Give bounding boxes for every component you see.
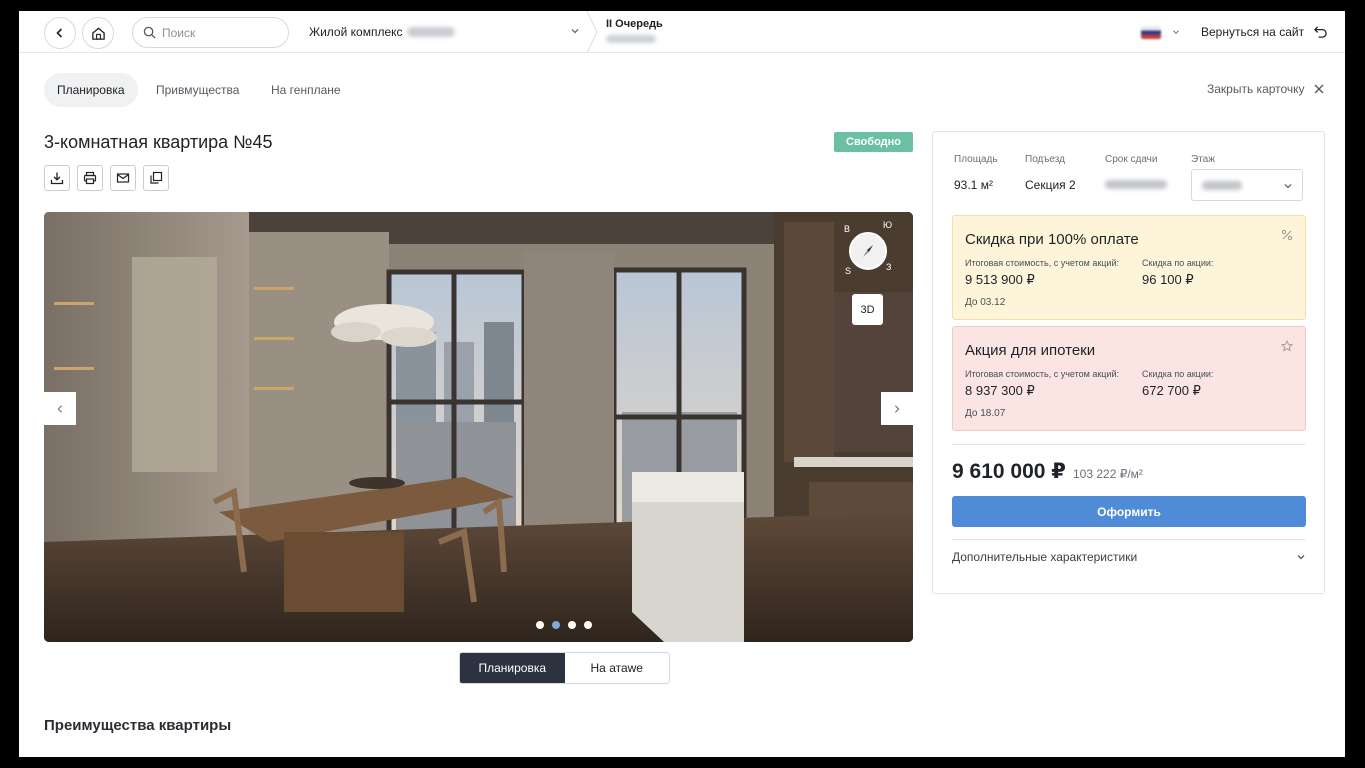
prev-photo-button[interactable] [44, 392, 76, 425]
print-icon [83, 171, 97, 185]
compass-label-w: S [845, 266, 852, 276]
entrance-value: Секция 2 [1025, 178, 1076, 192]
app-frame: Жилой комплекс II Очередь Вернуться на с… [19, 11, 1345, 757]
more-characteristics-toggle[interactable]: Дополнительные характеристики [952, 550, 1137, 564]
slide-dot[interactable] [568, 621, 576, 629]
advantages-heading: Преимущества квартиры [44, 717, 232, 734]
email-button[interactable] [110, 165, 136, 191]
chevron-down-icon [1284, 184, 1292, 189]
promo-date: До 18.07 [965, 408, 1006, 419]
promo-total-label: Итоговая стоимость, с учетом акций: [965, 258, 1119, 268]
back-to-site-link[interactable]: Вернуться на сайт [1201, 25, 1304, 39]
chevron-right-icon [894, 404, 900, 413]
chevron-down-icon[interactable] [1171, 27, 1181, 37]
floor-select[interactable] [1191, 169, 1303, 201]
deadline-label: Срок сдачи [1105, 154, 1158, 165]
promo-mortgage[interactable]: Акция для ипотеки Итоговая стоимость, с … [952, 326, 1306, 431]
entrance-label: Подъезд [1025, 154, 1065, 165]
next-photo-button[interactable] [881, 392, 913, 425]
promo-title: Скидка при 100% оплате [965, 231, 1139, 248]
switch-plan[interactable]: Планировка [460, 653, 565, 683]
complex-name-redacted [406, 27, 455, 37]
tab-plan[interactable]: Планировка [44, 73, 138, 107]
promo-discount-value: 672 700 ₽ [1142, 383, 1201, 398]
close-card-link[interactable]: Закрыть карточку [1207, 82, 1305, 96]
price-per-m2: 103 222 ₽/м² [1073, 467, 1143, 481]
compass-label-n: В [844, 224, 851, 234]
view-switch: Планировка На атаwe [459, 652, 670, 684]
promo-total-value: 8 937 300 ₽ [965, 383, 1035, 398]
tab-masterplan[interactable]: На генплане [258, 73, 354, 107]
return-icon[interactable] [1313, 24, 1328, 39]
promo-total-label: Итоговая стоимость, с учетом акций: [965, 369, 1119, 379]
area-label: Площадь [954, 154, 998, 165]
status-badge: Свободно [834, 132, 913, 152]
percent-icon [1281, 229, 1293, 241]
slide-dot[interactable] [536, 621, 544, 629]
star-icon [1281, 340, 1293, 352]
chevron-left-icon [56, 28, 63, 38]
promo-full-payment[interactable]: Скидка при 100% оплате Итоговая стоимост… [952, 215, 1306, 320]
print-button[interactable] [77, 165, 103, 191]
download-button[interactable] [44, 165, 70, 191]
complex-label: Жилой комплекс [309, 25, 403, 39]
promo-discount-label: Скидка по акции: [1142, 369, 1214, 379]
search-box[interactable] [132, 17, 289, 48]
order-button[interactable]: Оформить [952, 496, 1306, 527]
download-icon [50, 172, 64, 185]
compass-needle-icon [863, 245, 873, 257]
area-value: 93.1 м² [954, 178, 993, 192]
copy-button[interactable] [143, 165, 169, 191]
copy-icon [150, 171, 163, 184]
home-icon [91, 26, 105, 40]
slide-dot-active[interactable] [552, 621, 560, 629]
home-button[interactable] [82, 17, 114, 49]
promo-discount-value: 96 100 ₽ [1142, 272, 1194, 287]
mail-icon [116, 173, 130, 183]
divider [952, 444, 1306, 445]
chevron-down-icon[interactable] [1295, 551, 1307, 563]
interior-image [44, 212, 913, 642]
slide-dot[interactable] [584, 621, 592, 629]
total-price: 9 610 000 ₽ [952, 460, 1066, 483]
floor-value-redacted [1202, 181, 1242, 190]
slide-indicators [536, 621, 592, 629]
chevron-down-icon [571, 29, 579, 34]
promo-total-value: 9 513 900 ₽ [965, 272, 1035, 287]
back-button[interactable] [44, 17, 76, 49]
switch-floor[interactable]: На атаwe [565, 653, 670, 683]
search-input[interactable] [162, 25, 282, 40]
apartment-info-card: Площадь 93.1 м² Подъезд Секция 2 Срок сд… [932, 131, 1325, 594]
compass[interactable] [849, 232, 887, 270]
queue-label[interactable]: II Очередь [606, 18, 663, 30]
complex-select[interactable]: Жилой комплекс [309, 11, 581, 53]
chevron-left-icon [57, 404, 63, 413]
apartment-title: 3-комнатная квартира №45 [44, 132, 273, 152]
deadline-value-redacted [1105, 180, 1167, 189]
apartment-photo[interactable]: В Ю S З 3D [44, 212, 913, 642]
top-bar: Жилой комплекс II Очередь Вернуться на с… [19, 11, 1345, 53]
promo-date: До 03.12 [965, 297, 1006, 308]
floor-label: Этаж [1191, 154, 1215, 165]
language-flag-icon[interactable] [1141, 26, 1161, 39]
tab-advantages[interactable]: Привмущества [143, 73, 252, 107]
promo-title: Акция для ипотеки [965, 342, 1096, 359]
queue-sub-redacted [606, 35, 656, 43]
search-icon [143, 26, 156, 39]
compass-label-s: З [886, 262, 892, 272]
breadcrumb-separator [586, 11, 598, 53]
view-3d-button[interactable]: 3D [852, 294, 883, 325]
compass-label-e: Ю [883, 220, 893, 230]
promo-discount-label: Скидка по акции: [1142, 258, 1214, 268]
close-icon[interactable] [1313, 83, 1325, 95]
divider [952, 539, 1306, 540]
